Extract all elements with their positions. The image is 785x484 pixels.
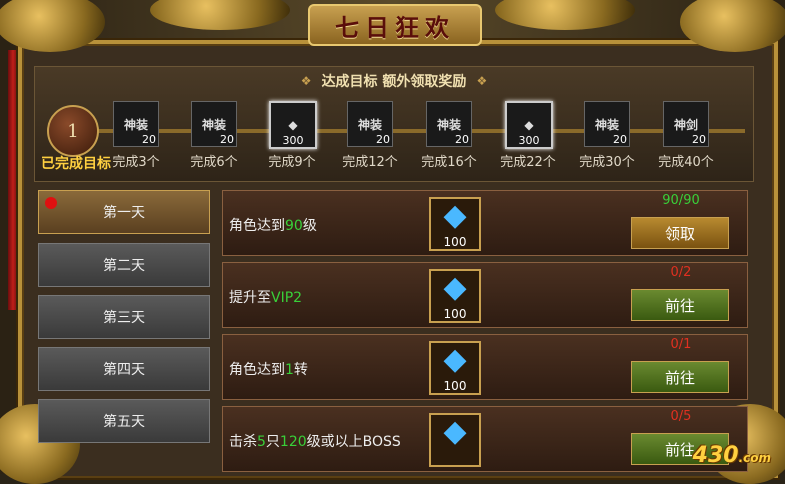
task-description: 击杀5只120级或以上BOSS [229, 434, 401, 450]
milestone-reward[interactable]: 神装 20 完成16个 [414, 101, 484, 175]
milestone-reward[interactable]: 神装 20 完成30个 [572, 101, 642, 175]
task-progress: 90/90 [662, 193, 700, 208]
equipment-icon[interactable]: 神装 20 [426, 101, 472, 147]
diamond-icon[interactable]: ◆ 300 [505, 101, 553, 149]
equipment-icon[interactable]: 神装 20 [191, 101, 237, 147]
notification-dot [45, 197, 57, 209]
dragon-ornament-icon [150, 0, 290, 30]
reward-quantity: 100 [443, 307, 467, 321]
reward-quantity: 300 [282, 134, 304, 147]
task-progress: 0/1 [670, 337, 692, 352]
milestone-caption: 完成40个 [658, 155, 714, 170]
day-tab-label: 第四天 [103, 362, 145, 378]
milestone-caption: 完成12个 [342, 155, 398, 170]
goto-button[interactable]: 前往 [631, 289, 729, 321]
milestone-caption: 完成22个 [500, 155, 556, 170]
milestone-reward[interactable]: ◆ 300 完成9个 [257, 101, 327, 175]
equipment-icon[interactable]: 神剑 20 [663, 101, 709, 147]
milestone-caption: 完成30个 [579, 155, 635, 170]
day-tab[interactable]: 第三天 [38, 295, 210, 339]
milestone-caption: 完成16个 [421, 155, 477, 170]
reward-quantity: 20 [613, 133, 627, 146]
day-tab[interactable]: 第四天 [38, 347, 210, 391]
site-watermark: 430.com [692, 443, 771, 468]
milestone-reward[interactable]: 神装 20 完成3个 [101, 101, 171, 175]
ornament-icon: ❖ [476, 74, 488, 88]
reward-quantity: 300 [518, 134, 540, 147]
milestone-caption: 完成6个 [190, 155, 238, 170]
diamond-reward-icon[interactable]: ◆ 100 [429, 341, 481, 395]
window-title: 七日狂欢 [308, 4, 482, 46]
task-row: 角色达到90级 ◆ 100 90/90 领取 [222, 190, 748, 256]
diamond-reward-icon[interactable]: ◆ 100 [429, 197, 481, 251]
task-description: 角色达到1转 [229, 362, 308, 378]
milestone-header-text: 达成目标 额外领取奖励 [321, 74, 467, 90]
milestone-reward[interactable]: ◆ 300 完成22个 [493, 101, 563, 175]
equipment-icon[interactable]: 神装 20 [113, 101, 159, 147]
day-tab-label: 第二天 [103, 258, 145, 274]
day-tab[interactable]: 第二天 [38, 243, 210, 287]
milestone-panel: ❖ 达成目标 额外领取奖励 ❖ 1 已完成目标 神装 20 完成3个 神装 20… [34, 66, 754, 182]
reward-quantity: 20 [455, 133, 469, 146]
task-row: 击杀5只120级或以上BOSS ◆ 0/5 前往 [222, 406, 748, 472]
ornament-icon: ❖ [300, 74, 312, 88]
day-tab[interactable]: 第五天 [38, 399, 210, 443]
task-progress: 0/5 [670, 409, 692, 424]
diamond-reward-icon[interactable]: ◆ [429, 413, 481, 467]
milestone-caption: 完成9个 [268, 155, 316, 170]
day-tab-label: 第三天 [103, 310, 145, 326]
task-progress: 0/2 [670, 265, 692, 280]
event-window: 七日狂欢 ❖ 达成目标 额外领取奖励 ❖ 1 已完成目标 神装 20 完成3个 … [0, 0, 785, 484]
equipment-icon[interactable]: 神装 20 [584, 101, 630, 147]
diamond-icon[interactable]: ◆ 300 [269, 101, 317, 149]
reward-quantity: 100 [443, 379, 467, 393]
reward-quantity: 20 [220, 133, 234, 146]
task-description: 角色达到90级 [229, 218, 317, 234]
milestone-reward[interactable]: 神装 20 完成6个 [179, 101, 249, 175]
day-tab[interactable]: 第一天 [38, 190, 210, 234]
milestone-caption: 完成3个 [112, 155, 160, 170]
reward-quantity: 20 [142, 133, 156, 146]
milestone-reward[interactable]: 神装 20 完成12个 [335, 101, 405, 175]
goto-button[interactable]: 前往 [631, 361, 729, 393]
reward-quantity: 100 [443, 235, 467, 249]
equipment-icon[interactable]: 神装 20 [347, 101, 393, 147]
left-red-rail [8, 50, 18, 310]
task-description: 提升至VIP2 [229, 290, 303, 306]
diamond-reward-icon[interactable]: ◆ 100 [429, 269, 481, 323]
day-tab-label: 第一天 [103, 205, 145, 221]
dragon-ornament-icon [495, 0, 635, 30]
completed-count-badge: 1 [47, 105, 99, 157]
reward-quantity: 20 [376, 133, 390, 146]
task-row: 提升至VIP2 ◆ 100 0/2 前往 [222, 262, 748, 328]
milestone-reward[interactable]: 神剑 20 完成40个 [651, 101, 721, 175]
task-row: 角色达到1转 ◆ 100 0/1 前往 [222, 334, 748, 400]
claim-button[interactable]: 领取 [631, 217, 729, 249]
day-tab-label: 第五天 [103, 414, 145, 430]
reward-quantity: 20 [692, 133, 706, 146]
